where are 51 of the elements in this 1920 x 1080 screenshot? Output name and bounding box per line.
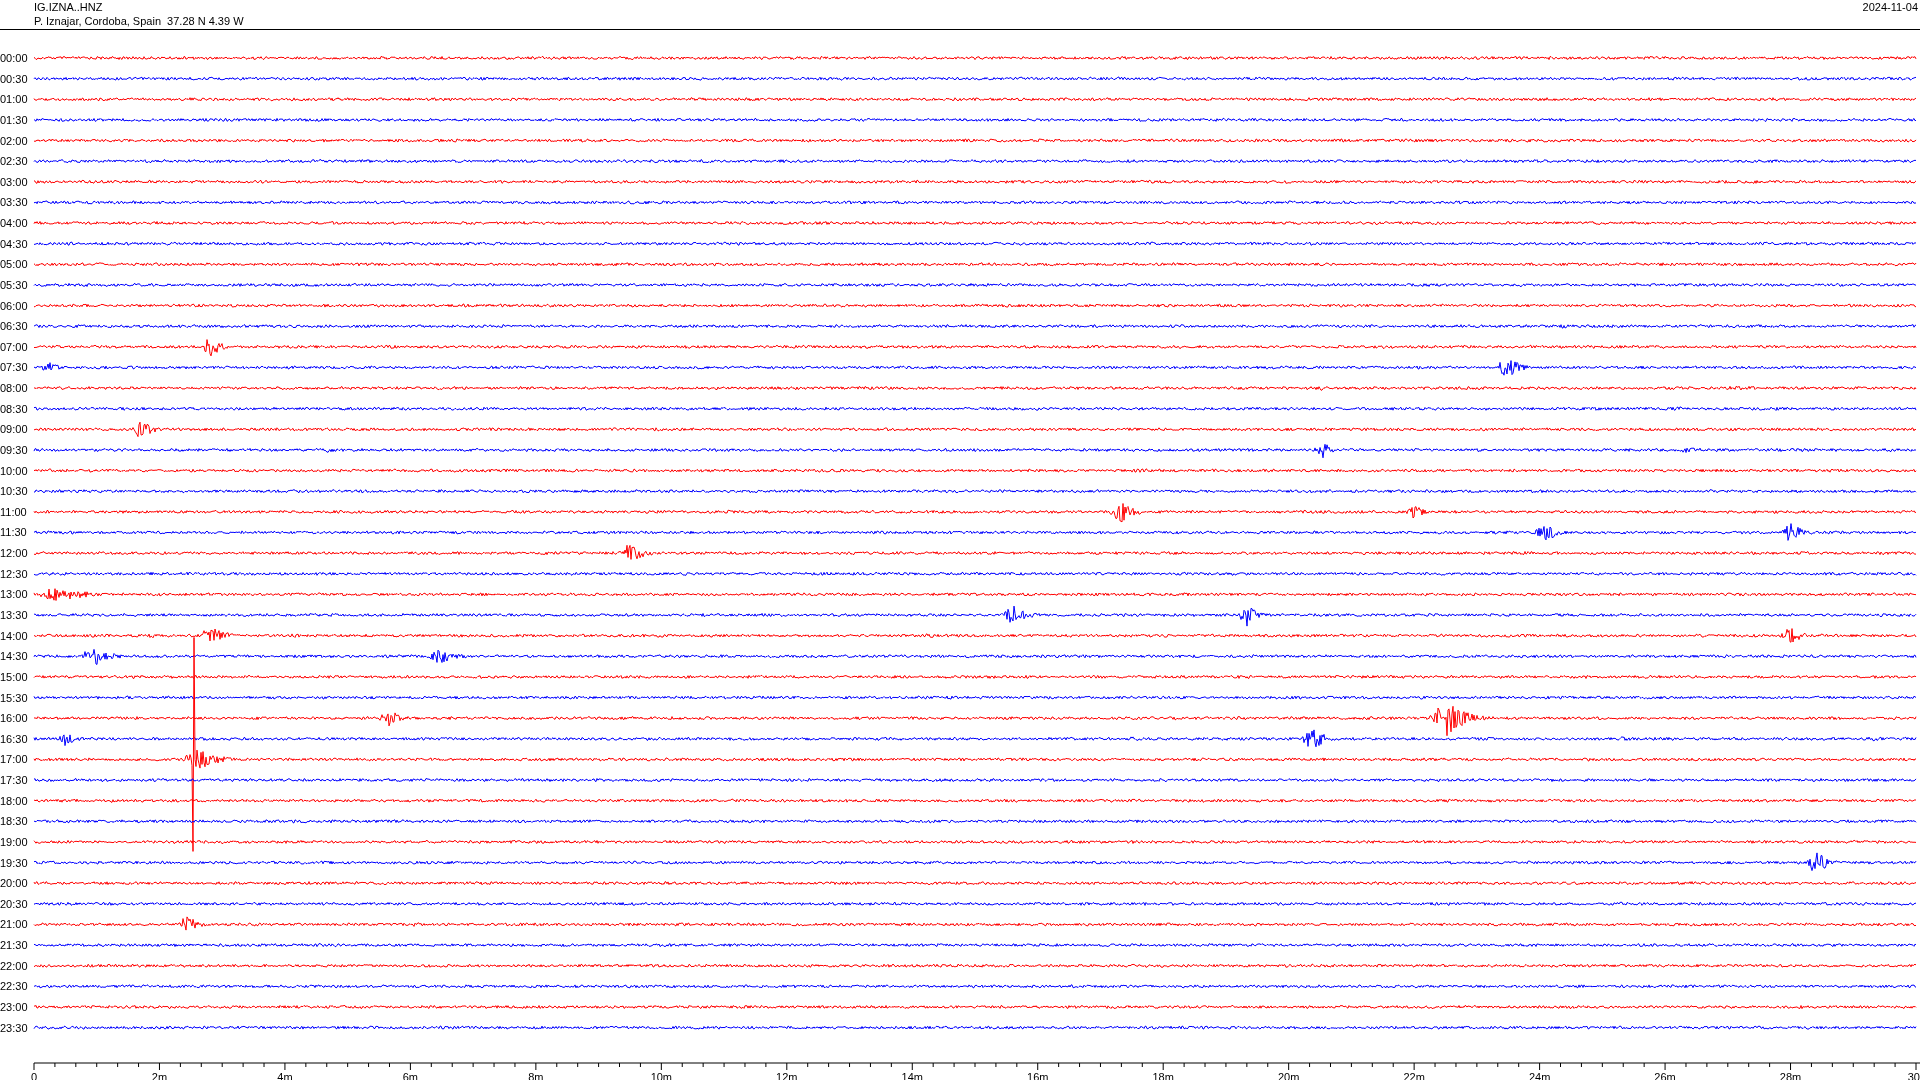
row-time-label: 11:00: [0, 505, 27, 518]
row-time-label: 08:30: [0, 402, 28, 415]
row-time-label: 10:00: [0, 464, 28, 477]
row-time-label: 10:30: [0, 485, 28, 498]
row-time-label: 14:00: [0, 629, 28, 642]
row-time-label: 12:30: [0, 567, 28, 580]
date-label: 2024-11-04: [1862, 0, 1918, 15]
row-time-label: 06:30: [0, 320, 28, 333]
row-time-label: 02:30: [0, 155, 28, 168]
row-time-label: 18:00: [0, 794, 28, 807]
row-time-label: 09:30: [0, 443, 28, 456]
row-time-label: 01:30: [0, 113, 28, 126]
row-time-label: 23:30: [0, 1021, 28, 1034]
row-time-label: 15:00: [0, 670, 28, 683]
row-time-label: 00:30: [0, 72, 28, 85]
row-time-label: 17:00: [0, 753, 28, 766]
row-time-label: 15:30: [0, 691, 28, 704]
row-time-label: 05:00: [0, 258, 28, 271]
row-time-label: 01:00: [0, 93, 28, 106]
row-time-label: 13:30: [0, 609, 28, 621]
row-time-label: 18:30: [0, 815, 28, 828]
row-time-label: 13:00: [0, 588, 28, 601]
row-time-label: 09:00: [0, 423, 28, 436]
row-time-label: 04:30: [0, 237, 28, 250]
row-time-label: 02:00: [0, 134, 28, 147]
row-time-label: 04:00: [0, 217, 28, 230]
row-time-label: 08:00: [0, 382, 28, 395]
row-time-label: 14:30: [0, 650, 28, 663]
row-time-label: 06:00: [0, 299, 28, 312]
row-time-label: 21:30: [0, 939, 28, 952]
row-time-label: 20:00: [0, 877, 28, 890]
row-time-label: 22:00: [0, 959, 28, 972]
row-time-label: 23:00: [0, 1001, 28, 1013]
row-time-label: 16:30: [0, 732, 28, 745]
row-time-label: 03:00: [0, 175, 28, 188]
row-time-label: 00:00: [0, 52, 28, 64]
row-time-label: 05:30: [0, 278, 28, 291]
row-time-label: 19:00: [0, 835, 28, 848]
row-time-label: 22:30: [0, 980, 28, 993]
row-time-label: 17:30: [0, 774, 28, 787]
row-time-label: 21:00: [0, 918, 28, 931]
row-time-label: 12:00: [0, 547, 28, 560]
station-location: P. Iznajar, Cordoba, Spain 37.28 N 4.39 W: [34, 14, 244, 28]
station-code: IG.IZNA..HNZ: [34, 0, 104, 14]
row-time-label: 16:00: [0, 712, 28, 725]
row-time-label: 19:30: [0, 856, 28, 869]
row-time-label: 20:30: [0, 897, 28, 910]
row-time-label: 07:00: [0, 340, 28, 353]
row-time-label: 07:30: [0, 361, 28, 374]
row-time-label: 11:30: [0, 526, 27, 539]
row-time-label: 03:30: [0, 196, 28, 209]
